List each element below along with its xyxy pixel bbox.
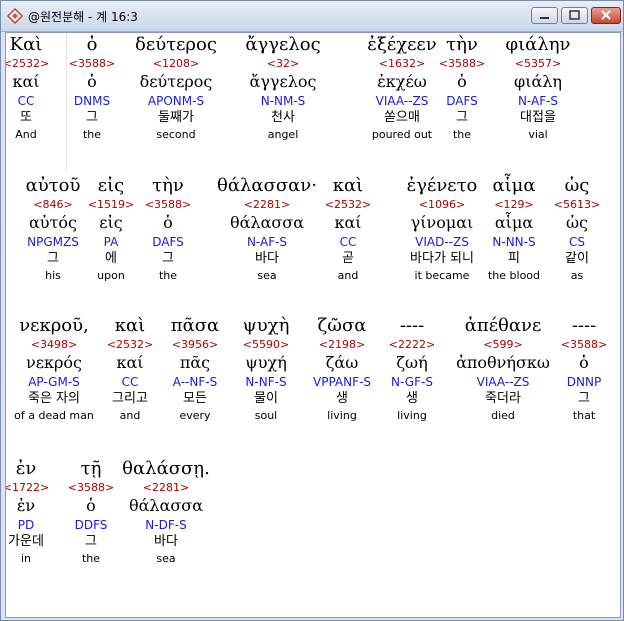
word-lemma: δεύτερος <box>139 72 213 91</box>
app-icon <box>7 8 23 24</box>
word-greek: δεύτερος <box>135 34 217 55</box>
word-lemma: ὁ <box>579 353 589 372</box>
word-korean: 대접을 <box>520 110 556 125</box>
word-parse: N-DF-S <box>145 518 187 532</box>
word-greek: θαλάσσῃ. <box>122 458 210 479</box>
word-strong: <5357> <box>514 57 562 70</box>
word-english: angel <box>267 128 299 141</box>
word-korean: 둘째가 <box>158 110 194 125</box>
analysis-panel[interactable]: Καὶ <2532> καί CC 또 And ὁ <3588> ὁ DNMS 그 the δεύτερ… <box>5 32 621 618</box>
word-parse: CS <box>569 235 585 249</box>
word-korean: 바다 <box>154 534 178 549</box>
word-english: as <box>570 269 584 282</box>
word-lemma: ὡς <box>565 213 588 232</box>
word-parse: APONM-S <box>147 94 205 108</box>
word-english: that <box>572 409 596 422</box>
close-icon <box>601 10 611 20</box>
app-window: @원전분해 - 계 16:3 Καὶ <2532> καί CC 또 And ὁ <3588>… <box>0 0 624 621</box>
word-greek: φιάλην <box>505 34 571 55</box>
word-entry[interactable]: δεύτερος <1208> δεύτερος APONM-S 둘째가 second <box>116 33 236 143</box>
word-english: vial <box>528 128 548 141</box>
word-lemma: θάλασσα <box>128 496 204 515</box>
window-title: @원전분해 - 계 16:3 <box>28 10 138 24</box>
word-entry[interactable]: ὡς <5613> ὡς CS 같이 as <box>517 174 620 284</box>
word-strong: <3588> <box>560 338 608 351</box>
word-entry[interactable]: φιάλην <5357> φιάλη N-AF-S 대접을 vial <box>478 33 598 143</box>
word-greek: ---- <box>571 315 597 336</box>
word-strong: <5613> <box>553 198 601 211</box>
close-button[interactable] <box>591 7 621 24</box>
word-korean: 천사 <box>271 110 295 125</box>
minimize-icon <box>540 17 549 19</box>
word-english: sea <box>156 552 176 565</box>
word-greek: ἄγγελος <box>245 34 321 55</box>
word-korean: 그 <box>578 391 590 406</box>
title-bar[interactable]: @원전분해 - 계 16:3 <box>1 1 623 32</box>
word-entry[interactable]: ---- <3588> ὁ DNNP 그 that <box>524 314 620 424</box>
word-korean: 같이 <box>565 251 589 266</box>
maximize-button[interactable] <box>561 7 588 24</box>
word-strong: <1208> <box>152 57 200 70</box>
word-greek: ὡς <box>564 175 590 196</box>
word-entry[interactable]: ἄγγελος <32> ἄγγελος N-NM-S 천사 angel <box>223 33 343 143</box>
word-entry[interactable]: θαλάσσῃ. <2281> θάλασσα N-DF-S 바다 sea <box>106 457 226 567</box>
word-lemma: ἄγγελος <box>249 72 317 91</box>
word-english: second <box>156 128 196 141</box>
word-lemma: φιάλη <box>513 72 562 91</box>
word-parse: DNNP <box>566 375 602 389</box>
maximize-icon <box>569 10 580 20</box>
minimize-button[interactable] <box>531 7 558 24</box>
word-parse: N-AF-S <box>517 94 559 108</box>
word-parse: N-NM-S <box>260 94 306 108</box>
word-strong: <2281> <box>142 481 190 494</box>
word-strong: <32> <box>266 57 300 70</box>
